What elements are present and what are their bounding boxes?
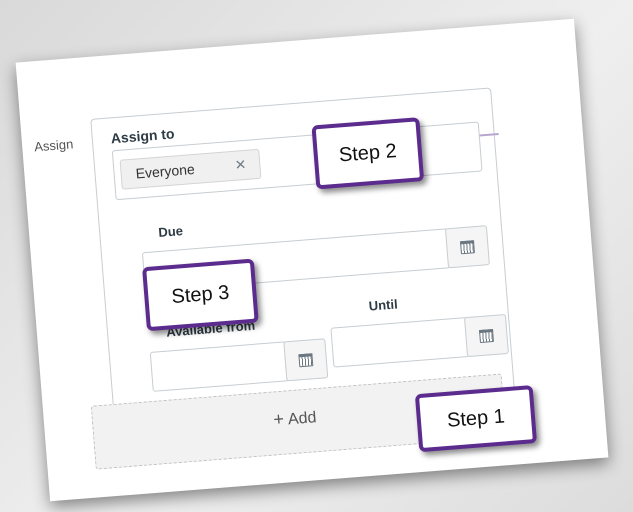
available-from-input[interactable] (149, 341, 290, 392)
until-input[interactable] (330, 317, 471, 368)
add-button[interactable]: + Add (273, 406, 317, 430)
due-label: Due (157, 223, 184, 240)
assignment-panel: Assign Assign to Everyone × Due Availabl… (15, 18, 609, 502)
add-label: Add (287, 409, 318, 429)
assign-to-title: Assign to (110, 125, 176, 147)
assignee-pill-everyone[interactable]: Everyone × (119, 148, 262, 190)
available-from-calendar-button[interactable] (283, 338, 329, 382)
calendar-icon (298, 352, 314, 367)
until-calendar-button[interactable] (463, 313, 509, 358)
step-2-callout: Step 2 (311, 117, 425, 190)
due-calendar-button[interactable] (444, 225, 490, 269)
calendar-icon (478, 328, 494, 343)
step-3-callout: Step 3 (142, 258, 259, 332)
close-icon[interactable]: × (235, 154, 247, 176)
assign-section-label: Assign (33, 136, 74, 155)
calendar-icon (459, 239, 475, 254)
until-label: Until (368, 296, 399, 314)
step-1-callout: Step 1 (414, 385, 538, 453)
assignee-pill-label: Everyone (135, 160, 196, 182)
screenshot-stage: Assign Assign to Everyone × Due Availabl… (0, 0, 633, 512)
plus-icon: + (272, 408, 285, 430)
